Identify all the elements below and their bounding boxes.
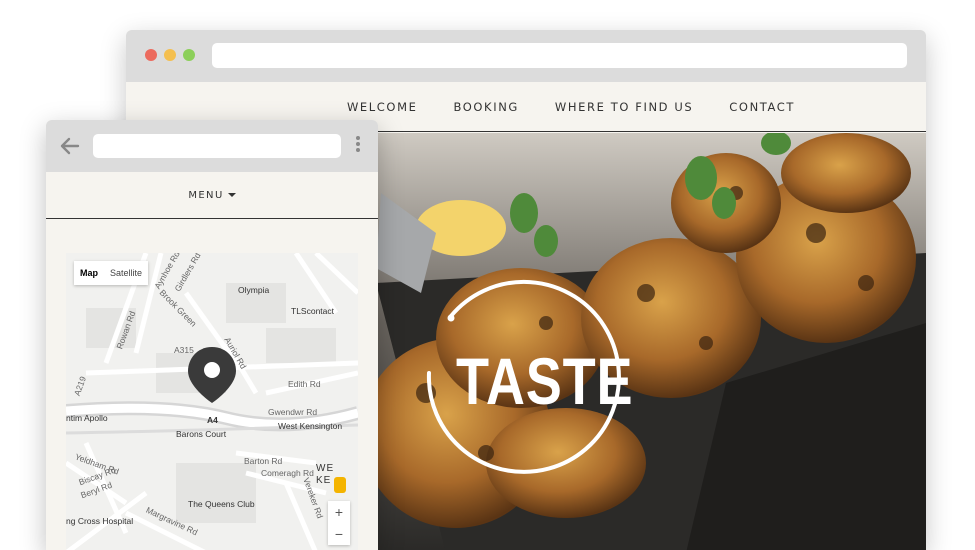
mobile-browser-window: MENU Map Satellite Olympia TLScontact A3… xyxy=(46,120,378,550)
nav-contact[interactable]: CONTACT xyxy=(729,100,795,114)
map-zoom-control: + − xyxy=(328,501,350,545)
arrow-left-icon[interactable] xyxy=(58,136,80,156)
taste-logo-text: TASTE xyxy=(456,344,634,418)
map-label-a4: A4 xyxy=(207,415,218,425)
menu-label: MENU xyxy=(188,189,224,201)
close-window-button[interactable] xyxy=(145,49,157,61)
map-type-toggle: Map Satellite xyxy=(74,261,149,285)
mobile-browser-toolbar xyxy=(46,120,378,172)
map-type-map[interactable]: Map xyxy=(74,268,104,278)
mobile-menu-toggle[interactable]: MENU xyxy=(46,172,378,219)
map-label-olympia: Olympia xyxy=(238,285,270,295)
map-label-tlscontact: TLScontact xyxy=(291,306,334,316)
street-view-icon[interactable] xyxy=(334,477,346,493)
map-label-gwendwr-rd: Gwendwr Rd xyxy=(268,407,318,417)
maximize-window-button[interactable] xyxy=(183,49,195,61)
map-label-cross-hospital: ng Cross Hospital xyxy=(66,516,134,526)
map-label-barton-rd: Barton Rd xyxy=(244,456,283,466)
caret-down-icon xyxy=(227,193,236,197)
nav-welcome[interactable]: WELCOME xyxy=(347,100,418,114)
mobile-address-bar[interactable] xyxy=(93,134,341,158)
map-label-a315: A315 xyxy=(174,345,194,355)
zoom-out-button[interactable]: − xyxy=(328,523,350,545)
map-label-west-kensington: West Kensington xyxy=(278,421,343,431)
minimize-window-button[interactable] xyxy=(164,49,176,61)
desktop-address-bar[interactable] xyxy=(212,43,907,68)
map-label-apollo: ntim Apollo xyxy=(66,413,108,423)
map-label-queens-club: The Queens Club xyxy=(188,499,255,509)
nav-where-to-find-us[interactable]: WHERE TO FIND US xyxy=(555,100,693,114)
map-label-we-ke: WE KE xyxy=(316,463,335,486)
zoom-in-button[interactable]: + xyxy=(328,501,350,523)
map-label-comeragh-rd: Comeragh Rd xyxy=(261,468,314,478)
map-label-edith-rd: Edith Rd xyxy=(288,379,321,389)
more-vert-icon[interactable] xyxy=(355,136,361,156)
desktop-browser-toolbar xyxy=(126,30,926,82)
map-type-satellite[interactable]: Satellite xyxy=(104,268,148,278)
map-label-barons-court: Barons Court xyxy=(176,429,227,439)
nav-booking[interactable]: BOOKING xyxy=(453,100,518,114)
location-map[interactable]: Map Satellite Olympia TLScontact A315 Ed… xyxy=(66,253,358,550)
